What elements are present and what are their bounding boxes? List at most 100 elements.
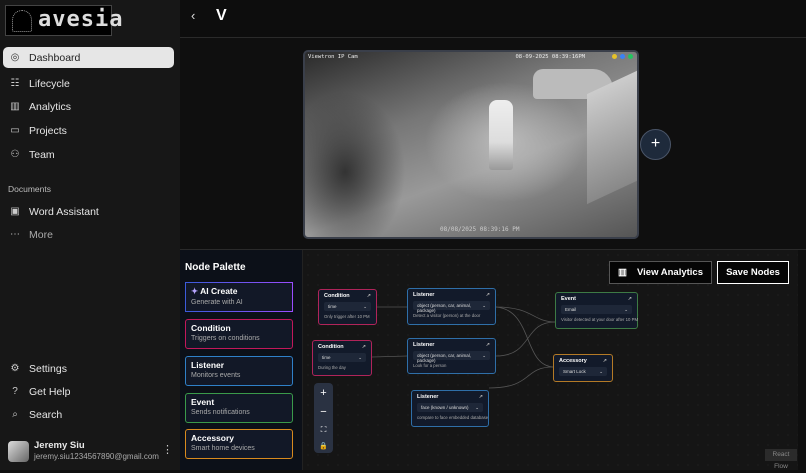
header — [180, 0, 806, 38]
user-name: Jeremy Siu — [34, 440, 85, 451]
chevron-down-icon: ⌄ — [482, 353, 486, 358]
camera-overlay-timestamp: 08/08/2025 08:39:16 PM — [440, 226, 520, 233]
node-description: Visitor detected at your door after 10 P… — [561, 317, 639, 322]
logo[interactable]: avesia — [5, 5, 122, 36]
palette-item-subtitle: Sends notifications — [191, 409, 250, 416]
edge — [495, 306, 554, 368]
sidebar-item-analytics[interactable]: ▥ Analytics — [3, 96, 174, 117]
fit-view-button[interactable]: ⛶ — [321, 425, 327, 435]
palette-item-title: Listener — [191, 360, 225, 370]
sidebar-item-team[interactable]: ⚇ Team — [3, 144, 174, 165]
sparkle-icon: ✦ — [191, 286, 201, 296]
user-profile[interactable]: Jeremy Siu jeremy.siu1234567890@gmail.co… — [7, 439, 177, 465]
select-value: time — [328, 304, 337, 309]
node-select[interactable]: face (known / unknown) ⌄ — [417, 403, 483, 412]
node-select[interactable]: Email ⌄ — [561, 305, 632, 314]
scrollbar[interactable] — [798, 250, 806, 470]
sidebar-item-word-assistant[interactable]: ▣ Word Assistant — [3, 201, 174, 222]
node-select[interactable]: object (person, car, animal, package) ⌄ — [413, 351, 490, 363]
node-select[interactable]: time ⌄ — [324, 302, 371, 311]
node-title: Listener — [413, 292, 435, 298]
node-title: Condition — [318, 344, 344, 350]
logo-mark-icon — [12, 10, 32, 32]
nav-label: Word Assistant — [29, 205, 99, 218]
palette-item-title: Accessory — [191, 433, 235, 443]
brand-logo: V — [216, 7, 227, 24]
file-icon: ▣ — [10, 206, 20, 217]
node-title: Event — [561, 296, 576, 302]
flow-node-accessory[interactable]: Accessory ↗ Smart Lock ⌄ — [553, 354, 613, 382]
zoom-in-button[interactable]: + — [320, 387, 326, 399]
flow-node-condition[interactable]: Condition ↗ time ⌄ Only trigger after 10 PM — [318, 289, 377, 325]
edit-icon[interactable]: ↗ — [486, 342, 490, 348]
avatar — [8, 441, 29, 462]
save-nodes-button[interactable]: Save Nodes — [717, 261, 789, 284]
palette-item-title: Event — [191, 397, 215, 407]
status-icons — [612, 54, 633, 59]
camera-feed: Viewtron IP Cam 08-09-2025 08:39:16PM 08… — [303, 50, 639, 239]
view-analytics-button[interactable]: ▥ View Analytics — [609, 261, 712, 284]
react-flow-attribution[interactable]: React Flow — [765, 449, 797, 470]
chevron-down-icon: ⌄ — [363, 304, 367, 309]
node-description: compare to face embedded database — [417, 415, 489, 420]
ellipsis-icon: ⋯ — [10, 229, 20, 240]
palette-item-accessory[interactable]: Accessory Smart home devices — [185, 429, 293, 459]
palette-title: Node Palette — [185, 262, 246, 273]
node-description: Look for a person — [413, 363, 447, 368]
person — [489, 100, 513, 170]
nav-label: Settings — [29, 362, 67, 375]
sidebar-item-dashboard[interactable]: ◎ Dashboard — [3, 47, 174, 68]
flow-node-listener[interactable]: Listener ↗ object (person, car, animal, pa… — [407, 288, 496, 325]
node-title: Condition — [324, 293, 350, 299]
edit-icon[interactable]: ↗ — [362, 344, 366, 350]
flow-node-listener[interactable]: Listener ↗ object (person, car, animal, pa… — [407, 338, 496, 374]
lock-button[interactable]: 🔒 — [319, 442, 328, 450]
documents-heading: Documents — [8, 184, 51, 194]
edit-icon[interactable]: ↗ — [479, 394, 483, 400]
flow-node-event[interactable]: Event ↗ Email ⌄ Visitor detected at your doo… — [555, 292, 638, 329]
status-dot-icon — [620, 54, 625, 59]
more-vertical-icon[interactable]: ⋮ — [162, 443, 173, 456]
palette-item-ai-create[interactable]: ✦ AI Create Generate with AI — [185, 282, 293, 312]
chevron-down-icon: ⌄ — [599, 369, 603, 374]
node-title: Listener — [417, 394, 439, 400]
sidebar-item-projects[interactable]: ▭ Projects — [3, 120, 174, 141]
palette-item-subtitle: Generate with AI — [191, 299, 243, 306]
node-description: Detect a visitor (person) at the door — [413, 313, 481, 318]
sidebar-item-search[interactable]: ⌕ Search — [3, 404, 174, 425]
list-icon: ☷ — [10, 78, 20, 89]
sidebar-item-settings[interactable]: ⚙ Settings — [3, 358, 174, 379]
external-link-icon[interactable]: ↗ — [603, 358, 607, 364]
nav-label: Dashboard — [29, 51, 81, 64]
zoom-out-button[interactable]: − — [320, 406, 326, 418]
edit-icon[interactable]: ↗ — [628, 296, 632, 302]
palette-item-listener[interactable]: Listener Monitors events — [185, 356, 293, 386]
chart-icon: ▥ — [618, 267, 627, 278]
select-value: object (person, car, animal, package) — [417, 303, 472, 313]
palette-item-condition[interactable]: Condition Triggers on conditions — [185, 319, 293, 349]
help-icon: ? — [12, 386, 18, 397]
palette-item-subtitle: Smart home devices — [191, 445, 255, 452]
sidebar-item-get-help[interactable]: ? Get Help — [3, 381, 174, 402]
flow-node-listener[interactable]: Listener ↗ face (known / unknown) ⌄ compare … — [411, 390, 489, 427]
user-email: jeremy.siu1234567890@gmail.com — [34, 452, 159, 461]
palette-item-event[interactable]: Event Sends notifications — [185, 393, 293, 423]
node-select[interactable]: Smart Lock ⌄ — [559, 367, 607, 376]
nav-label: Projects — [29, 124, 67, 137]
node-select[interactable]: time ⌄ — [318, 353, 366, 362]
chevron-down-icon: ⌄ — [358, 355, 362, 360]
flow-node-condition[interactable]: Condition ↗ time ⌄ During the day — [312, 340, 372, 376]
sidebar-item-more[interactable]: ⋯ More — [3, 224, 174, 245]
button-label: View Analytics — [636, 267, 703, 278]
node-select[interactable]: object (person, car, animal, package) ⌄ — [413, 301, 490, 313]
nav-label: Search — [29, 408, 63, 421]
online-dot-icon — [628, 54, 633, 59]
sidebar-item-lifecycle[interactable]: ☷ Lifecycle — [3, 73, 174, 94]
node-title: Accessory — [559, 358, 587, 364]
edit-icon[interactable]: ↗ — [486, 292, 490, 298]
back-button[interactable]: ‹ — [191, 8, 195, 23]
add-camera-button[interactable]: + — [640, 129, 671, 160]
edit-icon[interactable]: ↗ — [367, 293, 371, 299]
logo-text: avesia — [38, 7, 124, 32]
chevron-down-icon: ⌄ — [482, 303, 486, 308]
